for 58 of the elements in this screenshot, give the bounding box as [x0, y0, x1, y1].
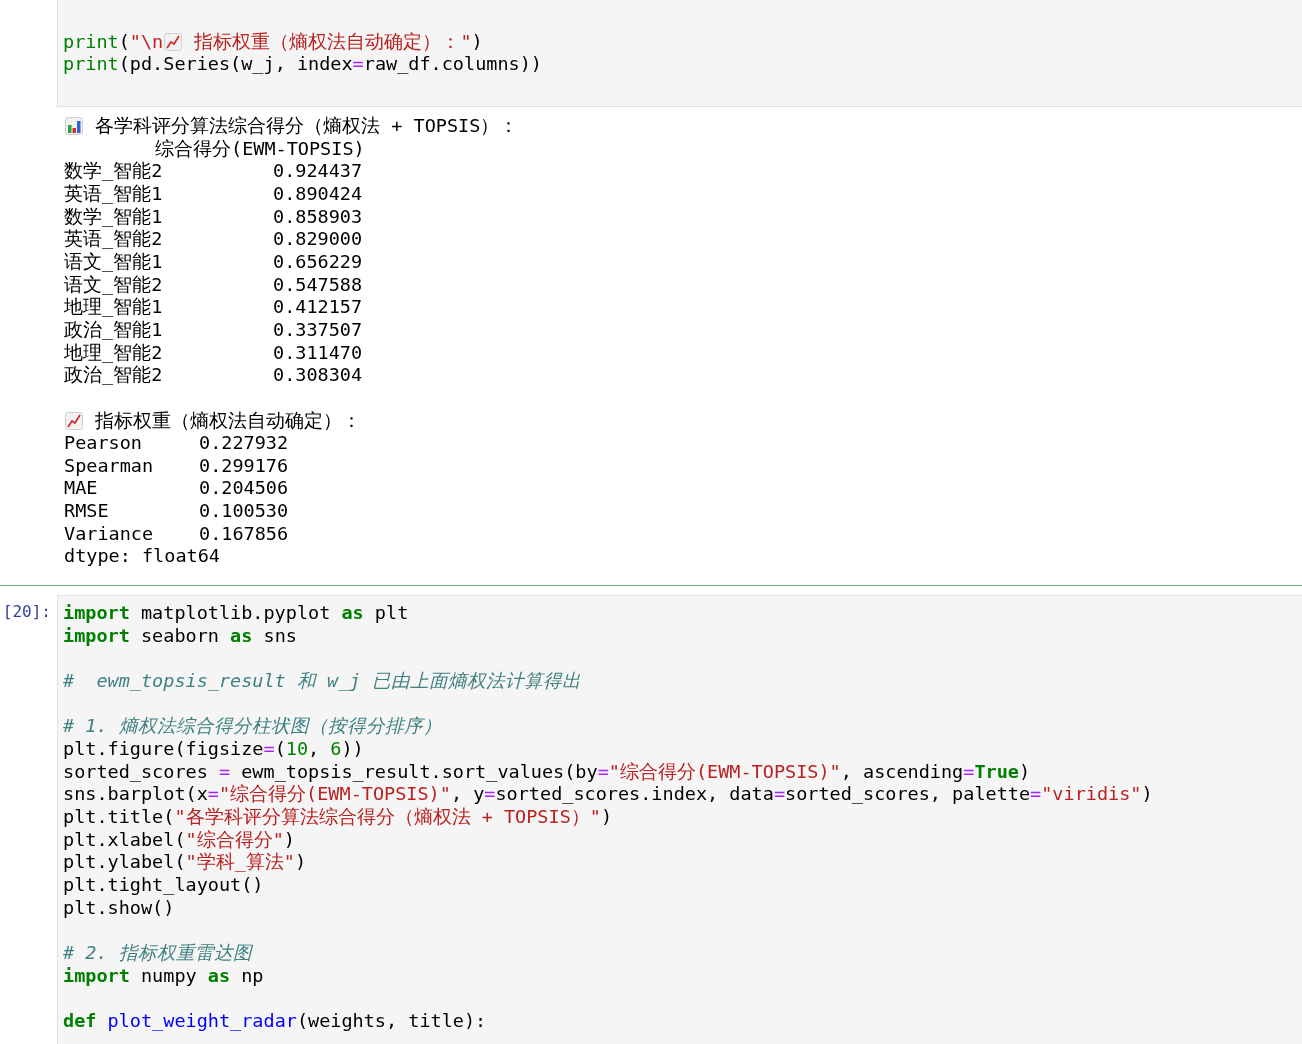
row-label: 数学_智能2 [64, 160, 164, 183]
row-label: 地理_智能2 [64, 341, 164, 365]
code-line: plt.figure(figsize=(10, 6)) [63, 738, 364, 761]
row-value: 0.890424 [273, 182, 363, 206]
row-label: 语文_智能1 [64, 250, 164, 274]
code-line: plt.show() [63, 896, 175, 920]
row-value: 0.299176 [199, 454, 289, 478]
row-label: 政治_智能2 [64, 364, 164, 387]
code-text: 指标权重（熵权法自动确定）：") [193, 30, 483, 54]
row-value: 0.858903 [273, 205, 363, 229]
output-text: dtype: float64 [64, 545, 220, 569]
line-chart-icon [65, 411, 83, 430]
output-title: 各学科评分算法综合得分（熵权法 + TOPSIS）： [94, 114, 519, 138]
row-label: 政治_智能1 [64, 318, 164, 342]
row-value: 0.227932 [199, 432, 289, 455]
row-value: 0.924437 [273, 160, 363, 183]
code-line: import seaborn as sns [63, 624, 297, 648]
row-label: Spearman [64, 454, 155, 478]
code-cell-input[interactable]: print("\n 指标权重（熵权法自动确定）：") print(pd.Series(w_j, index=raw_df.columns)) [57, 0, 1302, 107]
code-line: plt.xlabel("综合得分") [63, 828, 295, 852]
code-line: # 2. 指标权重雷达图 [63, 941, 252, 965]
row-value: 0.829000 [273, 228, 363, 251]
bar-chart-icon [65, 117, 83, 136]
code-line: plt.title("各学科评分算法综合得分（熵权法 + TOPSIS）") [63, 806, 613, 829]
code-line: sns.barplot(x="综合得分(EWM-TOPSIS)", y=sorted_scores.index, data=sorted_scores, palette="viridis") [63, 783, 1153, 806]
row-value: 0.308304 [273, 364, 363, 387]
code-line: plt.ylabel("学科_算法") [63, 851, 307, 874]
code-line: import matplotlib.pyplot as plt [63, 602, 409, 625]
row-label: 英语_智能1 [64, 182, 164, 206]
column-header: 综合得分(EWM-TOPSIS) [155, 137, 365, 161]
code-cell-input[interactable] [57, 595, 1302, 1044]
row-value: 0.656229 [273, 250, 363, 274]
row-label: Variance [64, 522, 155, 546]
row-label: MAE [64, 477, 99, 501]
code-line: sorted_scores = ewm_topsis_result.sort_values(by="综合得分(EWM-TOPSIS)", ascending=True) [63, 760, 1031, 784]
row-value: 0.547588 [273, 273, 363, 297]
output-title: 指标权重（熵权法自动确定）： [94, 409, 362, 433]
row-label: 地理_智能1 [64, 296, 164, 319]
cell-prompt: [20]: [2, 601, 51, 624]
code-line: def plot_weight_radar(weights, title): [63, 1009, 487, 1033]
code-line: print(pd.Series(w_j, index=raw_df.columns)) [63, 53, 542, 76]
row-value: 0.100530 [199, 500, 289, 523]
code-line: # 1. 熵权法综合得分柱状图（按得分排序） [63, 715, 442, 739]
row-label: Pearson [64, 432, 143, 455]
row-value: 0.412157 [273, 296, 363, 319]
row-value: 0.337507 [273, 318, 363, 342]
row-value: 0.167856 [199, 522, 289, 546]
row-value: 0.311470 [273, 341, 363, 365]
line-chart-icon [164, 33, 183, 51]
row-label: 英语_智能2 [64, 228, 164, 251]
code-line: # ewm_topsis_result 和 w_j 已由上面熵权法计算得出 [63, 670, 581, 693]
code-text: print("\n [63, 30, 164, 54]
code-line: import numpy as np [63, 964, 264, 988]
code-line: plt.tight_layout() [63, 873, 264, 897]
row-label: 数学_智能1 [64, 205, 164, 229]
row-label: 语文_智能2 [64, 273, 164, 297]
row-value: 0.204506 [199, 477, 289, 501]
row-label: RMSE [64, 500, 110, 523]
